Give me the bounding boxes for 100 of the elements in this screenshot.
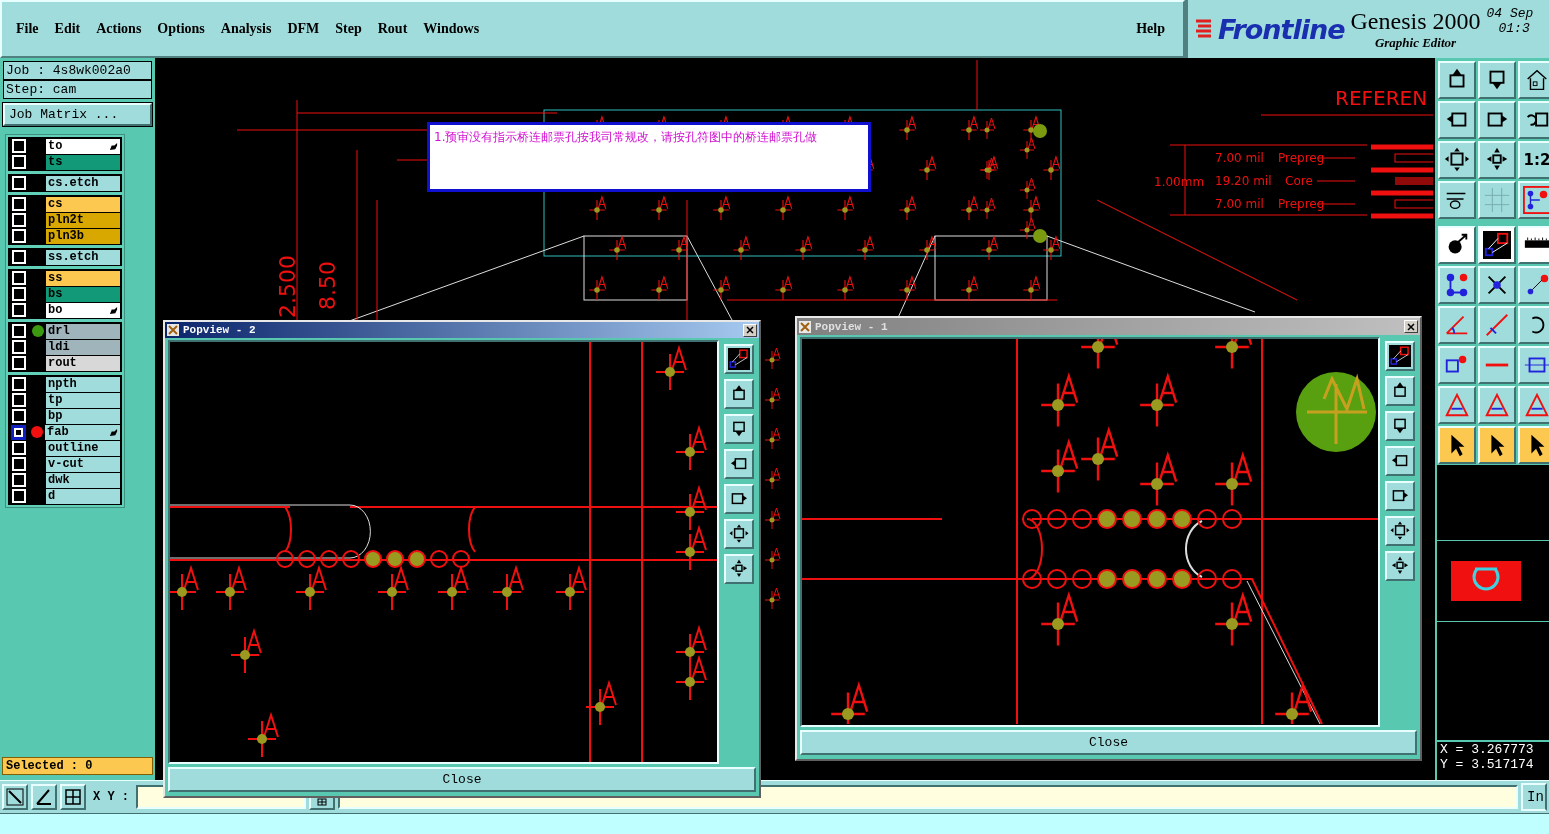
layer-item[interactable]: ts: [46, 154, 120, 170]
in-button[interactable]: In: [1521, 783, 1547, 811]
layer-item[interactable]: fab: [45, 424, 120, 440]
expand-button[interactable]: [1385, 516, 1415, 546]
triangle-icon: [1485, 392, 1509, 417]
layer-item[interactable]: ss: [46, 270, 120, 286]
box-arrow-right-button[interactable]: [1478, 101, 1516, 139]
slash-icon: [1485, 313, 1509, 337]
scale-button[interactable]: 1:2: [1518, 141, 1549, 179]
expand-button[interactable]: [1438, 141, 1476, 179]
measure-button[interactable]: [31, 784, 57, 810]
layer-item[interactable]: cs: [46, 196, 120, 212]
box-arrows-button[interactable]: [1518, 346, 1549, 384]
pointer-button[interactable]: [1518, 426, 1549, 464]
zoom-box-button[interactable]: [724, 344, 754, 374]
menu-item[interactable]: File: [16, 21, 39, 37]
window-title: Popview - 2: [183, 324, 257, 336]
menu-item[interactable]: Rout: [377, 21, 408, 37]
ruler-button[interactable]: [1518, 226, 1549, 264]
pad-symbol: [1214, 451, 1253, 507]
triangle-button[interactable]: [1518, 386, 1549, 424]
layer-item[interactable]: cs.etch: [46, 175, 120, 191]
layer-item[interactable]: dwk: [46, 472, 120, 488]
box-arrow-down-button[interactable]: [724, 414, 754, 444]
box-arrow-up-button[interactable]: [1438, 61, 1476, 99]
layer-item[interactable]: d: [46, 488, 120, 504]
layer-item[interactable]: npth: [46, 376, 120, 392]
undo-icon: [1526, 112, 1549, 127]
layer-item[interactable]: bo: [46, 302, 120, 318]
close-button[interactable]: Close: [168, 767, 756, 792]
layer-item[interactable]: bp: [46, 408, 120, 424]
layer-item[interactable]: v-cut: [46, 456, 120, 472]
speed-lines-icon: [1194, 18, 1212, 40]
box-arrow-down-button[interactable]: [1385, 411, 1415, 441]
box-arrow-up-button[interactable]: [724, 379, 754, 409]
close-button[interactable]: Close: [800, 730, 1417, 755]
squares-line-button[interactable]: [1478, 226, 1516, 264]
layer-item[interactable]: pln2t: [46, 212, 120, 228]
cross-button[interactable]: [1478, 266, 1516, 304]
pad-symbol: [170, 564, 199, 611]
circuit-button[interactable]: [1518, 181, 1549, 219]
layer-item[interactable]: bs: [46, 286, 120, 302]
box-arrow-up-button[interactable]: [1385, 376, 1415, 406]
box-arrow-left-button[interactable]: [724, 449, 754, 479]
triangle-button[interactable]: [1438, 386, 1476, 424]
move-button[interactable]: [724, 554, 754, 584]
circuit-icon: [1523, 186, 1549, 214]
menu-item[interactable]: Options: [157, 21, 205, 37]
menu-item[interactable]: Edit: [54, 21, 81, 37]
triangle-icon: [1525, 392, 1549, 417]
zoom-box-button[interactable]: [1385, 341, 1415, 371]
menu-item[interactable]: Analysis: [220, 21, 272, 37]
box-arrow-down-button[interactable]: [1478, 61, 1516, 99]
move-button[interactable]: [1478, 141, 1516, 179]
move-button[interactable]: [1385, 551, 1415, 581]
job-matrix-button[interactable]: Job Matrix ...: [3, 103, 152, 126]
triangle-button[interactable]: [1478, 386, 1516, 424]
cross-icon: [1487, 275, 1507, 295]
expand-button[interactable]: [724, 519, 754, 549]
line-button[interactable]: [1478, 346, 1516, 384]
pad-symbol: [764, 347, 781, 370]
nodes-button[interactable]: [1438, 266, 1476, 304]
dot-arrow-button[interactable]: [1518, 266, 1549, 304]
y-coordinate: Y = 3.517174: [1440, 757, 1535, 772]
layer-item[interactable]: rout: [46, 355, 120, 371]
ball-arrow-button[interactable]: [1438, 226, 1476, 264]
pointer-button[interactable]: [1478, 426, 1516, 464]
undo-button[interactable]: [1518, 101, 1549, 139]
layer-item[interactable]: ss.etch: [46, 249, 120, 265]
box-arrow-right-button[interactable]: [1385, 481, 1415, 511]
help-menu[interactable]: Help: [1132, 21, 1169, 37]
layer-item[interactable]: outline: [46, 440, 120, 456]
menu-item[interactable]: DFM: [287, 21, 320, 37]
pad-symbol: [764, 427, 781, 450]
rotate-button[interactable]: [1518, 306, 1549, 344]
layer-checkbox[interactable]: [11, 424, 26, 440]
layer-item[interactable]: tp: [46, 392, 120, 408]
close-button[interactable]: [743, 323, 757, 337]
angle-icon: [1445, 315, 1469, 335]
slash-button[interactable]: [1478, 306, 1516, 344]
layer-item[interactable]: ldi: [46, 339, 120, 355]
angle-button[interactable]: [1438, 306, 1476, 344]
zoom-button[interactable]: [2, 784, 28, 810]
menu-item[interactable]: Step: [335, 21, 362, 37]
box-arrow-left-button[interactable]: [1385, 446, 1415, 476]
via-dot: [1033, 229, 1047, 243]
dot-square-icon: [1445, 355, 1467, 373]
rotate-icon: [1531, 316, 1545, 334]
layer-item[interactable]: pln3b: [46, 228, 120, 244]
pointer-button[interactable]: [1438, 426, 1476, 464]
pad-symbol: [836, 195, 855, 221]
house-button[interactable]: [1518, 61, 1549, 99]
menu-item[interactable]: Windows: [423, 21, 480, 37]
box-arrow-right-button[interactable]: [724, 484, 754, 514]
grid-button[interactable]: [60, 784, 86, 810]
dot-square-button[interactable]: [1438, 346, 1476, 384]
layer-item[interactable]: drl: [46, 323, 120, 339]
box-arrow-left-button[interactable]: [1438, 101, 1476, 139]
menu-item[interactable]: Actions: [96, 21, 142, 37]
layer-item[interactable]: to: [46, 138, 120, 154]
